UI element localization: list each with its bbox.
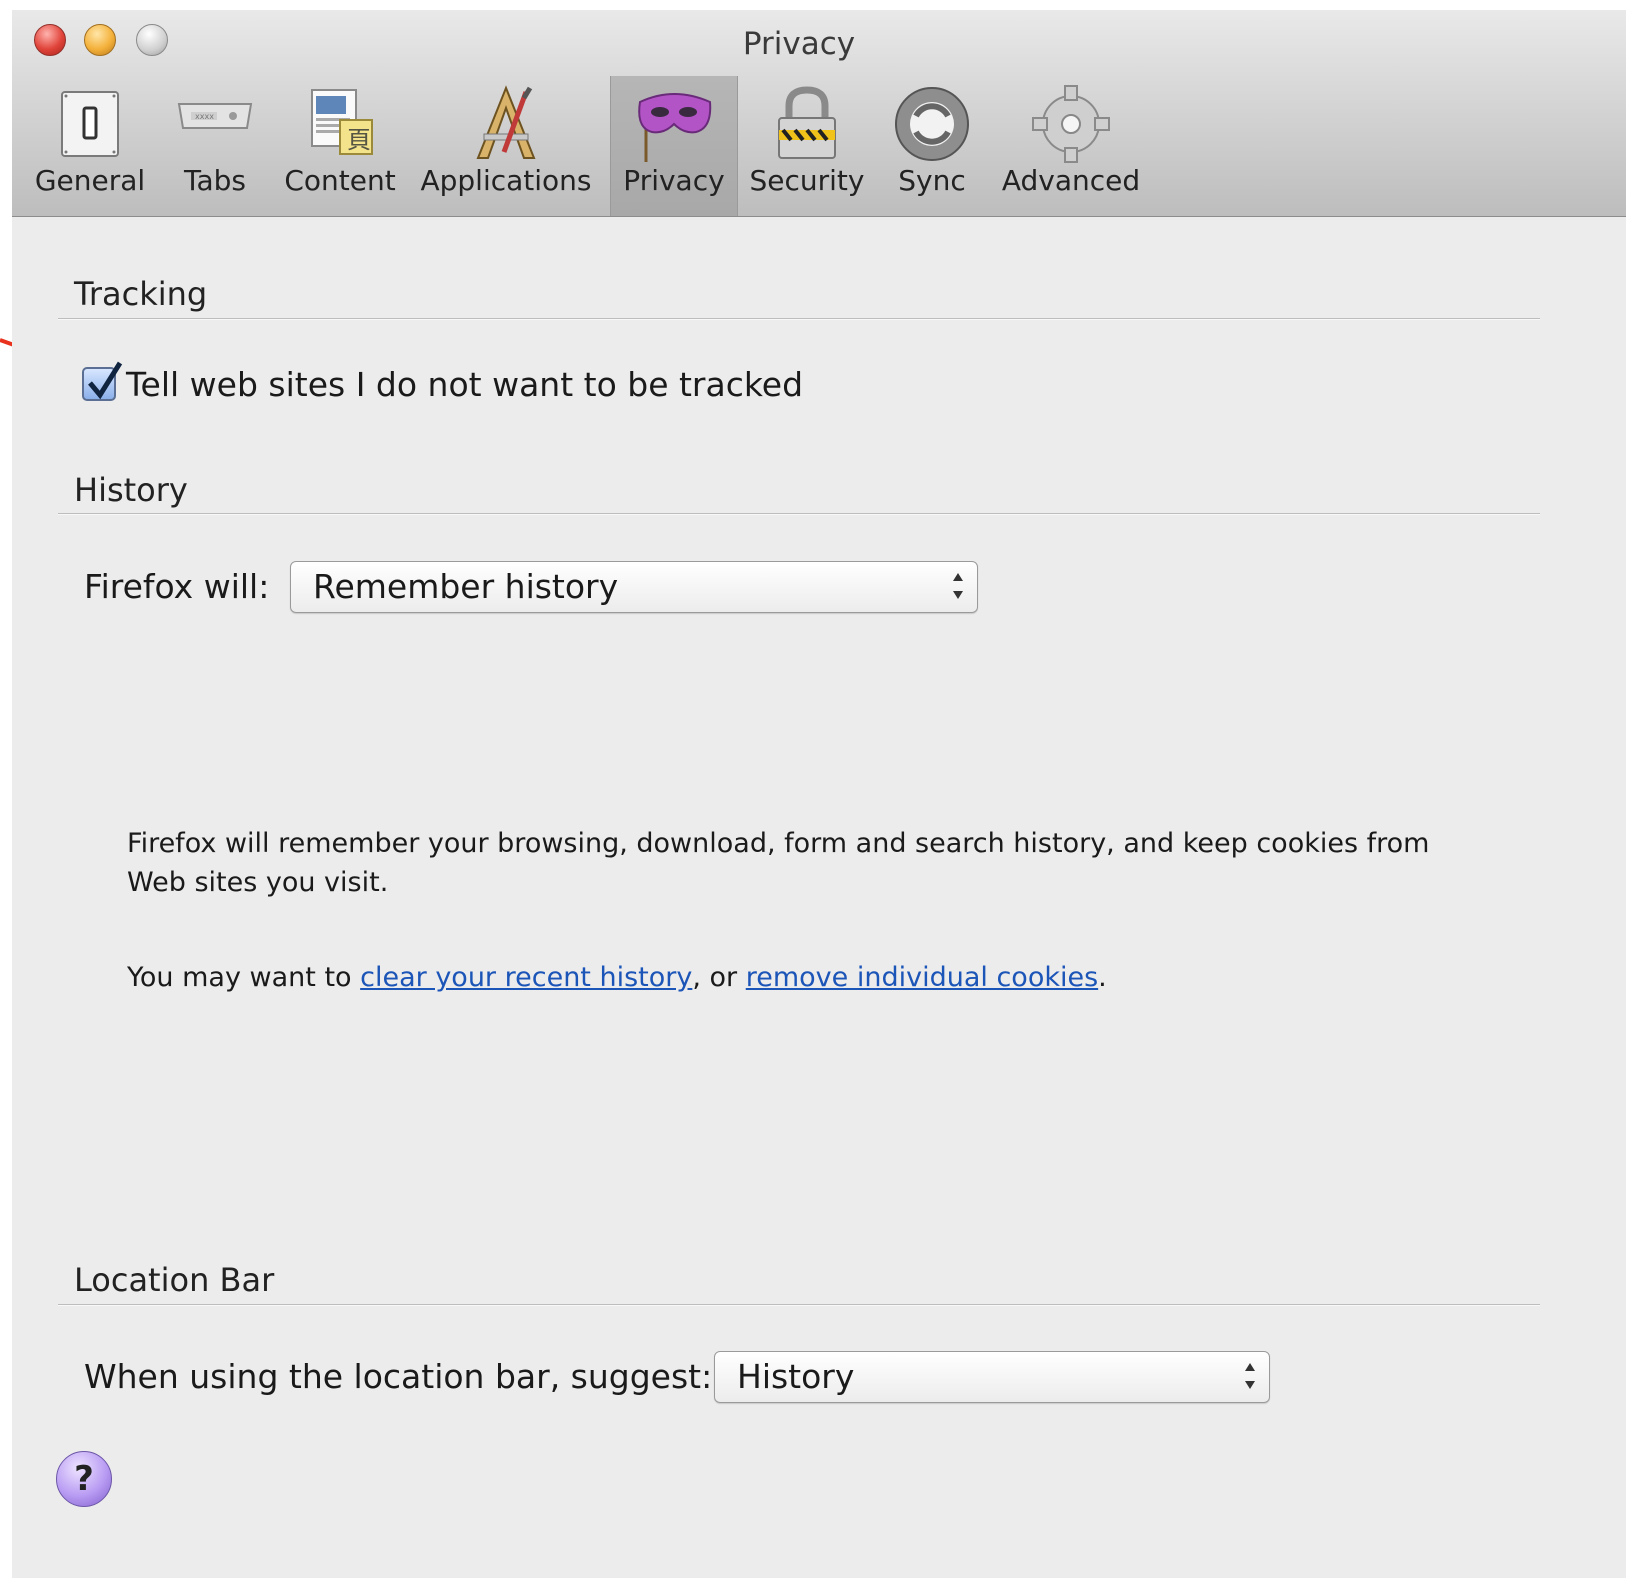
clear-recent-history-link[interactable]: clear your recent history (360, 962, 692, 993)
toolbar-advanced[interactable]: Advanced (996, 76, 1146, 216)
end-period: . (1098, 962, 1107, 993)
suggest-label: When using the location bar, suggest: (84, 1357, 713, 1396)
history-heading: History (74, 471, 188, 509)
toolbar-privacy[interactable]: Privacy (610, 76, 738, 216)
general-switch-icon (48, 82, 132, 166)
toolbar-general-label: General (34, 164, 146, 197)
location-suggest-select[interactable]: History (714, 1351, 1270, 1403)
privacy-mask-icon (632, 82, 716, 166)
do-not-track-checkbox[interactable] (82, 361, 123, 401)
help-button[interactable]: ? (56, 1451, 112, 1507)
svg-text:頁: 頁 (347, 126, 371, 154)
toolbar-general[interactable]: General (30, 76, 150, 216)
sync-icon (890, 82, 974, 166)
history-mode-select[interactable]: Remember history (290, 561, 978, 613)
toolbar-content[interactable]: 頁 Content (280, 76, 400, 216)
applications-icon (464, 82, 548, 166)
preferences-toolbar: General xxxx Tabs 頁 Content Applications… (12, 76, 1626, 216)
toolbar-applications-label: Applications (420, 164, 592, 197)
toolbar-sync-label: Sync (898, 164, 966, 197)
tracking-heading: Tracking (74, 275, 208, 313)
location-bar-divider (58, 1304, 1540, 1306)
history-description-line1: Firefox will remember your browsing, dow… (127, 828, 1430, 859)
preferences-window: Privacy General xxxx Tabs 頁 Content Appl… (12, 10, 1626, 1578)
remove-individual-cookies-link[interactable]: remove individual cookies (746, 962, 1098, 993)
do-not-track-label[interactable]: Tell web sites I do not want to be track… (126, 365, 803, 404)
toolbar-content-label: Content (284, 164, 396, 197)
svg-text:xxxx: xxxx (195, 112, 214, 121)
may-want-prefix: You may want to (127, 962, 352, 993)
history-divider (58, 513, 1540, 515)
history-description: Firefox will remember your browsing, dow… (127, 824, 1429, 902)
history-mode-value: Remember history (313, 567, 619, 606)
history-links-line: You may want to clear your recent histor… (127, 958, 1107, 997)
location-bar-heading: Location Bar (74, 1261, 275, 1299)
toolbar-tabs[interactable]: xxxx Tabs (160, 76, 270, 216)
toolbar-security[interactable]: Security (742, 76, 872, 216)
toolbar-tabs-label: Tabs (184, 164, 246, 197)
tracking-divider (58, 318, 1540, 320)
location-suggest-value: History (737, 1357, 855, 1396)
privacy-pane: Tracking Tell web sites I do not want to… (12, 217, 1626, 1578)
toolbar-security-label: Security (749, 164, 865, 197)
padlock-icon (765, 82, 849, 166)
window-title: Privacy (742, 26, 856, 62)
updown-arrows-icon (1245, 1363, 1255, 1389)
firefox-will-label: Firefox will: (84, 567, 270, 606)
toolbar-sync[interactable]: Sync (878, 76, 986, 216)
history-description-line2: Web sites you visit. (127, 867, 389, 898)
toolbar-advanced-label: Advanced (1001, 164, 1141, 197)
gear-icon (1029, 82, 1113, 166)
checkmark-icon (88, 361, 123, 400)
content-icon: 頁 (298, 82, 382, 166)
tabs-icon: xxxx (173, 82, 257, 166)
or-text: , or (692, 962, 738, 993)
toolbar-applications[interactable]: Applications (416, 76, 596, 216)
updown-arrows-icon (953, 573, 963, 599)
title-bar: Privacy General xxxx Tabs 頁 Content Appl… (12, 10, 1626, 217)
toolbar-privacy-label: Privacy (623, 164, 725, 197)
